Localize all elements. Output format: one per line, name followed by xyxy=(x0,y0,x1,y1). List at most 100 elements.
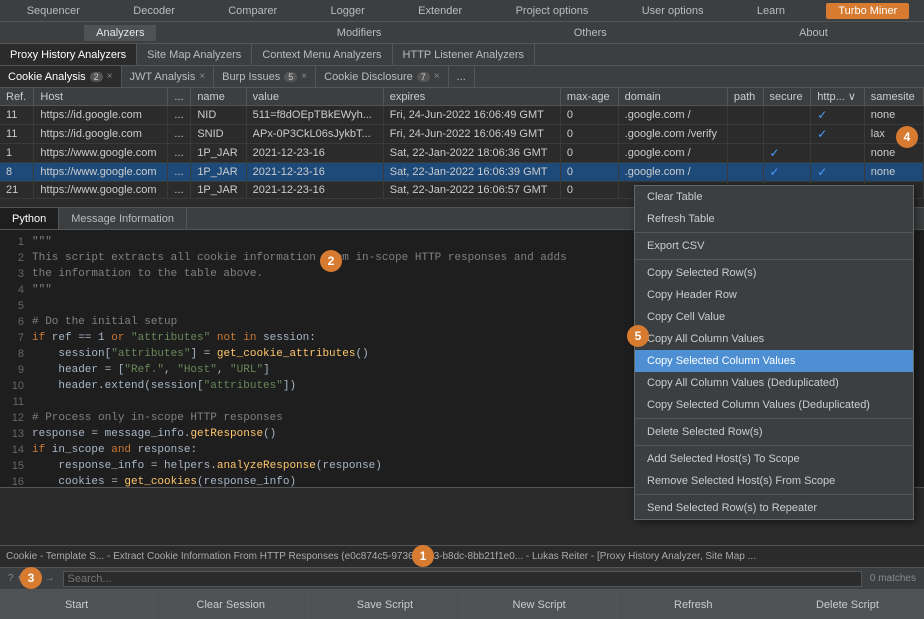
cell-http: ✓ xyxy=(811,106,865,125)
cell-ellipsis: ... xyxy=(168,182,191,199)
ctx-copy-header-row[interactable]: Copy Header Row xyxy=(635,284,913,306)
start-button[interactable]: Start xyxy=(0,590,154,619)
cell-value: 511=f8dOEpTBkEWyh... xyxy=(246,106,383,125)
forward-icon[interactable]: → xyxy=(45,573,55,584)
context-menu: Clear Table Refresh Table Export CSV Cop… xyxy=(634,185,914,520)
tab-http-listener[interactable]: HTTP Listener Analyzers xyxy=(393,44,535,65)
ctx-export-csv[interactable]: Export CSV xyxy=(635,235,913,257)
analyzer-tabs: Proxy History Analyzers Site Map Analyze… xyxy=(0,44,924,66)
badge-5: 5 xyxy=(627,325,649,347)
ctx-refresh-table[interactable]: Refresh Table xyxy=(635,208,913,230)
tab-burp-label: Burp Issues xyxy=(222,71,280,83)
cell-secure xyxy=(763,106,811,125)
tab-message-info[interactable]: Message Information xyxy=(59,208,187,229)
table-row[interactable]: 8 https://www.google.com ... 1P_JAR 2021… xyxy=(0,163,924,182)
cell-host: https://id.google.com xyxy=(34,125,168,144)
cell-maxage: 0 xyxy=(560,125,618,144)
th-value[interactable]: value xyxy=(246,88,383,106)
th-name[interactable]: name xyxy=(191,88,246,106)
data-table: Ref. Host ... name value expires max-age… xyxy=(0,88,924,199)
tab-cookie-analysis[interactable]: Cookie Analysis 2 × xyxy=(0,66,122,87)
table-row[interactable]: 11 https://id.google.com ... SNID APx-0P… xyxy=(0,125,924,144)
th-ref[interactable]: Ref. xyxy=(0,88,34,106)
cell-domain: .google.com /verify xyxy=(618,125,727,144)
nav-analyzers[interactable]: Analyzers xyxy=(84,25,156,41)
nav-modifiers[interactable]: Modifiers xyxy=(325,25,394,41)
th-secure[interactable]: secure xyxy=(763,88,811,106)
nav-logger[interactable]: Logger xyxy=(319,3,377,19)
tab-cookie-disclosure[interactable]: Cookie Disclosure 7 × xyxy=(316,66,449,87)
tab-disclosure-badge: 7 xyxy=(417,72,430,82)
cell-path xyxy=(727,144,763,163)
tab-site-map[interactable]: Site Map Analyzers xyxy=(137,44,252,65)
save-script-button[interactable]: Save Script xyxy=(308,590,462,619)
nav-comparer[interactable]: Comparer xyxy=(216,3,289,19)
tab-proxy-history[interactable]: Proxy History Analyzers xyxy=(0,44,137,65)
search-input[interactable] xyxy=(63,571,862,587)
tab-cookie-analysis-close[interactable]: × xyxy=(107,71,113,82)
clear-session-button[interactable]: Clear Session xyxy=(154,590,308,619)
cell-name: NID xyxy=(191,106,246,125)
th-expires[interactable]: expires xyxy=(383,88,560,106)
new-script-button[interactable]: New Script xyxy=(463,590,617,619)
tab-cookie-analysis-label: Cookie Analysis xyxy=(8,71,86,83)
help-icon[interactable]: ? xyxy=(8,573,14,584)
ctx-copy-selected-dedup[interactable]: Copy Selected Column Values (Deduplicate… xyxy=(635,394,913,416)
tab-more-label: ... xyxy=(457,71,466,83)
tab-burp-close[interactable]: × xyxy=(301,71,307,82)
nav-sequencer[interactable]: Sequencer xyxy=(15,3,92,19)
tab-burp-issues[interactable]: Burp Issues 5 × xyxy=(214,66,316,87)
tab-more[interactable]: ... xyxy=(449,66,475,87)
cell-path xyxy=(727,125,763,144)
th-maxage[interactable]: max-age xyxy=(560,88,618,106)
th-host[interactable]: Host xyxy=(34,88,168,106)
refresh-button[interactable]: Refresh xyxy=(617,590,771,619)
nav-about[interactable]: About xyxy=(787,25,840,41)
cell-maxage: 0 xyxy=(560,106,618,125)
cell-ref: 11 xyxy=(0,106,34,125)
ctx-copy-selected-rows[interactable]: Copy Selected Row(s) xyxy=(635,262,913,284)
th-domain[interactable]: domain xyxy=(618,88,727,106)
cell-http: ✓ xyxy=(811,125,865,144)
tab-context-menu[interactable]: Context Menu Analyzers xyxy=(252,44,392,65)
cell-maxage: 0 xyxy=(560,182,618,199)
nav-turbo-miner[interactable]: Turbo Miner xyxy=(826,3,909,19)
ctx-divider-2 xyxy=(635,259,913,260)
ctx-add-to-scope[interactable]: Add Selected Host(s) To Scope xyxy=(635,448,913,470)
tab-python[interactable]: Python xyxy=(0,208,59,229)
ctx-copy-all-column[interactable]: Copy All Column Values xyxy=(635,328,913,350)
cell-secure: ✓ xyxy=(763,144,811,163)
th-samesite[interactable]: samesite xyxy=(864,88,923,106)
ctx-copy-selected-column[interactable]: Copy Selected Column Values xyxy=(635,350,913,372)
tab-disclosure-close[interactable]: × xyxy=(434,71,440,82)
cell-value: APx-0P3CkL06sJykbT... xyxy=(246,125,383,144)
th-http[interactable]: http... ∨ xyxy=(811,88,865,106)
cell-path xyxy=(727,106,763,125)
nav-learn[interactable]: Learn xyxy=(745,3,797,19)
ctx-divider-5 xyxy=(635,494,913,495)
cell-ref: 21 xyxy=(0,182,34,199)
th-ellipsis[interactable]: ... xyxy=(168,88,191,106)
nav-extender[interactable]: Extender xyxy=(406,3,474,19)
ctx-clear-table[interactable]: Clear Table xyxy=(635,186,913,208)
cell-host: https://www.google.com xyxy=(34,163,168,182)
cell-name: SNID xyxy=(191,125,246,144)
th-path[interactable]: path xyxy=(727,88,763,106)
ctx-copy-all-dedup[interactable]: Copy All Column Values (Deduplicated) xyxy=(635,372,913,394)
nav-others[interactable]: Others xyxy=(562,25,619,41)
ctx-send-to-repeater[interactable]: Send Selected Row(s) to Repeater xyxy=(635,497,913,519)
badge-4: 4 xyxy=(896,126,918,148)
ctx-remove-from-scope[interactable]: Remove Selected Host(s) From Scope xyxy=(635,470,913,492)
matches-badge: 0 matches xyxy=(870,573,916,584)
tab-jwt-close[interactable]: × xyxy=(199,71,205,82)
table-row[interactable]: 1 https://www.google.com ... 1P_JAR 2021… xyxy=(0,144,924,163)
nav-decoder[interactable]: Decoder xyxy=(121,3,187,19)
ctx-copy-cell-value[interactable]: Copy Cell Value xyxy=(635,306,913,328)
ctx-delete-rows[interactable]: Delete Selected Row(s) xyxy=(635,421,913,443)
nav-project-options[interactable]: Project options xyxy=(504,3,601,19)
top-nav: Sequencer Decoder Comparer Logger Extend… xyxy=(0,0,924,22)
nav-user-options[interactable]: User options xyxy=(630,3,716,19)
delete-script-button[interactable]: Delete Script xyxy=(771,590,924,619)
table-row[interactable]: 11 https://id.google.com ... NID 511=f8d… xyxy=(0,106,924,125)
tab-jwt-analysis[interactable]: JWT Analysis × xyxy=(122,66,215,87)
